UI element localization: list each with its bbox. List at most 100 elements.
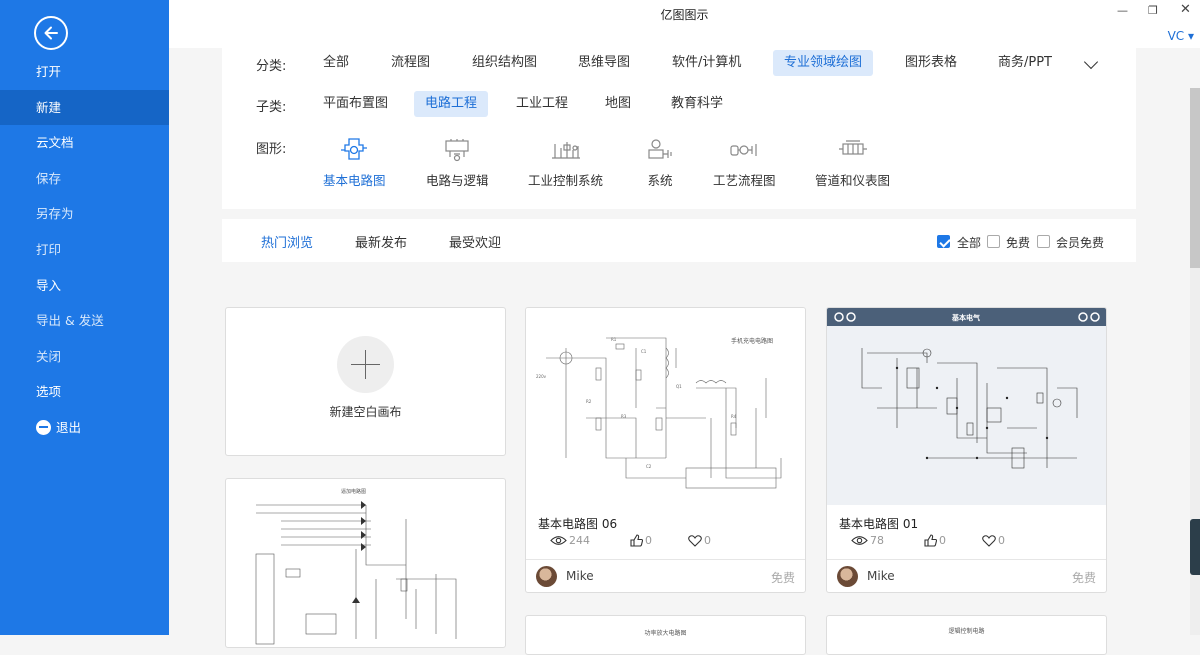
author-name[interactable]: Mike xyxy=(867,569,895,583)
category-org-chart[interactable]: 组织结构图 xyxy=(461,50,548,76)
sidebar-item-save[interactable]: 保存 xyxy=(0,161,169,197)
thumbnail-title: 逼加电路图 xyxy=(341,488,366,495)
likes-stat[interactable]: 0 xyxy=(630,534,652,547)
sidebar-item-label: 新建 xyxy=(36,99,62,115)
likes-count: 0 xyxy=(645,534,652,547)
template-card[interactable]: 功率放大电路图 xyxy=(525,615,806,655)
shape-industrial-control[interactable]: 工业控制系统 xyxy=(528,136,603,189)
filter-free-checkbox[interactable] xyxy=(987,235,1000,248)
author-name[interactable]: Mike xyxy=(566,569,594,583)
avatar[interactable] xyxy=(837,566,858,587)
tab-latest[interactable]: 最新发布 xyxy=(355,232,407,251)
sidebar-item-label: 导出 & 发送 xyxy=(36,313,104,329)
sidebar: 打开 新建 云文档 保存 另存为 打印 导入 导出 & 发送 关闭 选项 退出 xyxy=(0,0,169,635)
tab-hot[interactable]: 热门浏览 xyxy=(261,232,313,251)
heart-icon xyxy=(688,534,702,547)
svg-text:R1: R1 xyxy=(611,337,617,342)
svg-text:Q1: Q1 xyxy=(676,384,682,389)
arrow-left-icon xyxy=(44,26,58,40)
user-menu[interactable]: VC ▾ xyxy=(1168,29,1194,43)
filter-all-checkbox[interactable] xyxy=(937,235,950,248)
restore-icon[interactable]: ❐ xyxy=(1148,4,1158,17)
thumbnail-title: 基本电气 xyxy=(951,313,980,322)
template-card[interactable]: 基本电气 基本电路图 01 78 0 0 Mike 免费 xyxy=(826,307,1107,593)
shape-pipe-instrument[interactable]: 管道和仪表图 xyxy=(815,136,890,189)
thumbs-up-icon xyxy=(924,534,937,547)
subcategory-industrial[interactable]: 工业工程 xyxy=(505,91,579,117)
sidebar-item-export[interactable]: 导出 & 发送 xyxy=(0,303,169,339)
likes-stat[interactable]: 0 xyxy=(924,534,946,547)
likes-count: 0 xyxy=(939,534,946,547)
shape-circuit-logic[interactable]: 电路与逻辑 xyxy=(426,136,489,189)
sidebar-item-exit[interactable]: 退出 xyxy=(0,410,169,446)
views-stat: 244 xyxy=(550,534,590,547)
scrollbar-thumb[interactable] xyxy=(1190,88,1200,268)
filter-panel: 分类: 全部 流程图 组织结构图 思维导图 软件/计算机 专业领域绘图 图形表格… xyxy=(222,40,1136,209)
svg-text:R2: R2 xyxy=(586,399,592,404)
eye-icon xyxy=(851,536,868,545)
tab-popular[interactable]: 最受欢迎 xyxy=(449,232,501,251)
template-stats: 78 0 0 xyxy=(851,534,1045,547)
shape-item-label: 基本电路图 xyxy=(323,173,386,188)
subcategory-floor-plan[interactable]: 平面布置图 xyxy=(312,91,399,117)
avatar[interactable] xyxy=(536,566,557,587)
favorites-stat[interactable]: 0 xyxy=(982,534,1005,547)
favorites-stat[interactable]: 0 xyxy=(688,534,711,547)
close-icon[interactable]: ✕ xyxy=(1180,2,1191,17)
category-mind-map[interactable]: 思维导图 xyxy=(567,50,641,76)
chevron-down-icon[interactable] xyxy=(1083,54,1099,70)
filter-member-free-checkbox[interactable] xyxy=(1037,235,1050,248)
shape-item-label: 电路与逻辑 xyxy=(426,173,489,188)
sidebar-item-cloud[interactable]: 云文档 xyxy=(0,125,169,161)
template-thumbnail: 基本电气 xyxy=(827,308,1106,505)
subcategory-electrical[interactable]: 电路工程 xyxy=(414,91,489,117)
sidebar-item-label: 打开 xyxy=(36,64,62,79)
shape-system[interactable]: 系统 xyxy=(645,136,675,189)
circuit-diagram-thumbnail: 手机充电电路图 R1 C1 R2 Q1 R3 R4 C2 220v xyxy=(536,337,782,489)
sidebar-item-print[interactable]: 打印 xyxy=(0,232,169,268)
shape-process-flow[interactable]: 工艺流程图 xyxy=(713,136,776,189)
category-flowchart[interactable]: 流程图 xyxy=(380,50,441,76)
back-button[interactable] xyxy=(34,16,68,50)
shape-basic-circuit[interactable]: 基本电路图 xyxy=(323,136,386,189)
sidebar-item-label: 选项 xyxy=(36,384,62,400)
sidebar-item-save-as[interactable]: 另存为 xyxy=(0,196,169,232)
template-card[interactable]: 逻辑控制电路 xyxy=(826,615,1107,655)
minimize-icon[interactable]: — xyxy=(1117,4,1128,17)
shape-item-label: 工业控制系统 xyxy=(528,173,604,188)
sidebar-item-label: 打印 xyxy=(36,241,62,257)
sidebar-item-label: 保存 xyxy=(36,170,62,186)
favorites-count: 0 xyxy=(704,534,711,547)
sidebar-item-new[interactable]: 新建 xyxy=(0,89,169,126)
sort-tab-bar: 热门浏览 最新发布 最受欢迎 全部 免费 会员免费 xyxy=(222,219,1136,262)
subcategory-education[interactable]: 教育科学 xyxy=(660,91,734,117)
new-blank-canvas-card[interactable]: 新建空白画布 xyxy=(225,307,506,456)
sidebar-item-options[interactable]: 选项 xyxy=(0,374,169,410)
heart-icon xyxy=(982,534,996,547)
system-icon xyxy=(648,139,672,159)
sidebar-item-label: 导入 xyxy=(36,277,62,293)
svg-text:C1: C1 xyxy=(641,349,647,354)
subcategory-map[interactable]: 地图 xyxy=(594,91,642,117)
category-business-ppt[interactable]: 商务/PPT xyxy=(987,50,1063,76)
template-card[interactable]: 逼加电路图 xyxy=(225,478,506,648)
category-professional[interactable]: 专业领域绘图 xyxy=(773,50,874,76)
exit-icon xyxy=(36,419,51,435)
sidebar-item-open[interactable]: 打开 xyxy=(0,54,169,90)
sidebar-item-label: 云文档 xyxy=(36,135,74,151)
side-widget[interactable] xyxy=(1190,519,1200,575)
sidebar-item-label: 退出 xyxy=(56,419,82,435)
category-software[interactable]: 软件/计算机 xyxy=(661,50,752,76)
plus-icon xyxy=(337,336,394,393)
category-label: 分类: xyxy=(256,59,287,74)
template-footer: Mike 免费 xyxy=(827,559,1106,592)
category-all[interactable]: 全部 xyxy=(312,50,360,76)
filter-member-free-label: 会员免费 xyxy=(1056,236,1105,250)
sidebar-item-import[interactable]: 导入 xyxy=(0,268,169,304)
sidebar-item-close[interactable]: 关闭 xyxy=(0,339,169,375)
svg-text:R3: R3 xyxy=(621,414,627,419)
industrial-control-icon xyxy=(551,142,580,159)
category-graphic-table[interactable]: 图形表格 xyxy=(894,50,968,76)
template-card[interactable]: 手机充电电路图 R1 C1 R2 Q1 R3 R4 C2 220v 基本电路图 06 244 xyxy=(525,307,806,593)
circuit-logic-icon xyxy=(445,139,469,162)
